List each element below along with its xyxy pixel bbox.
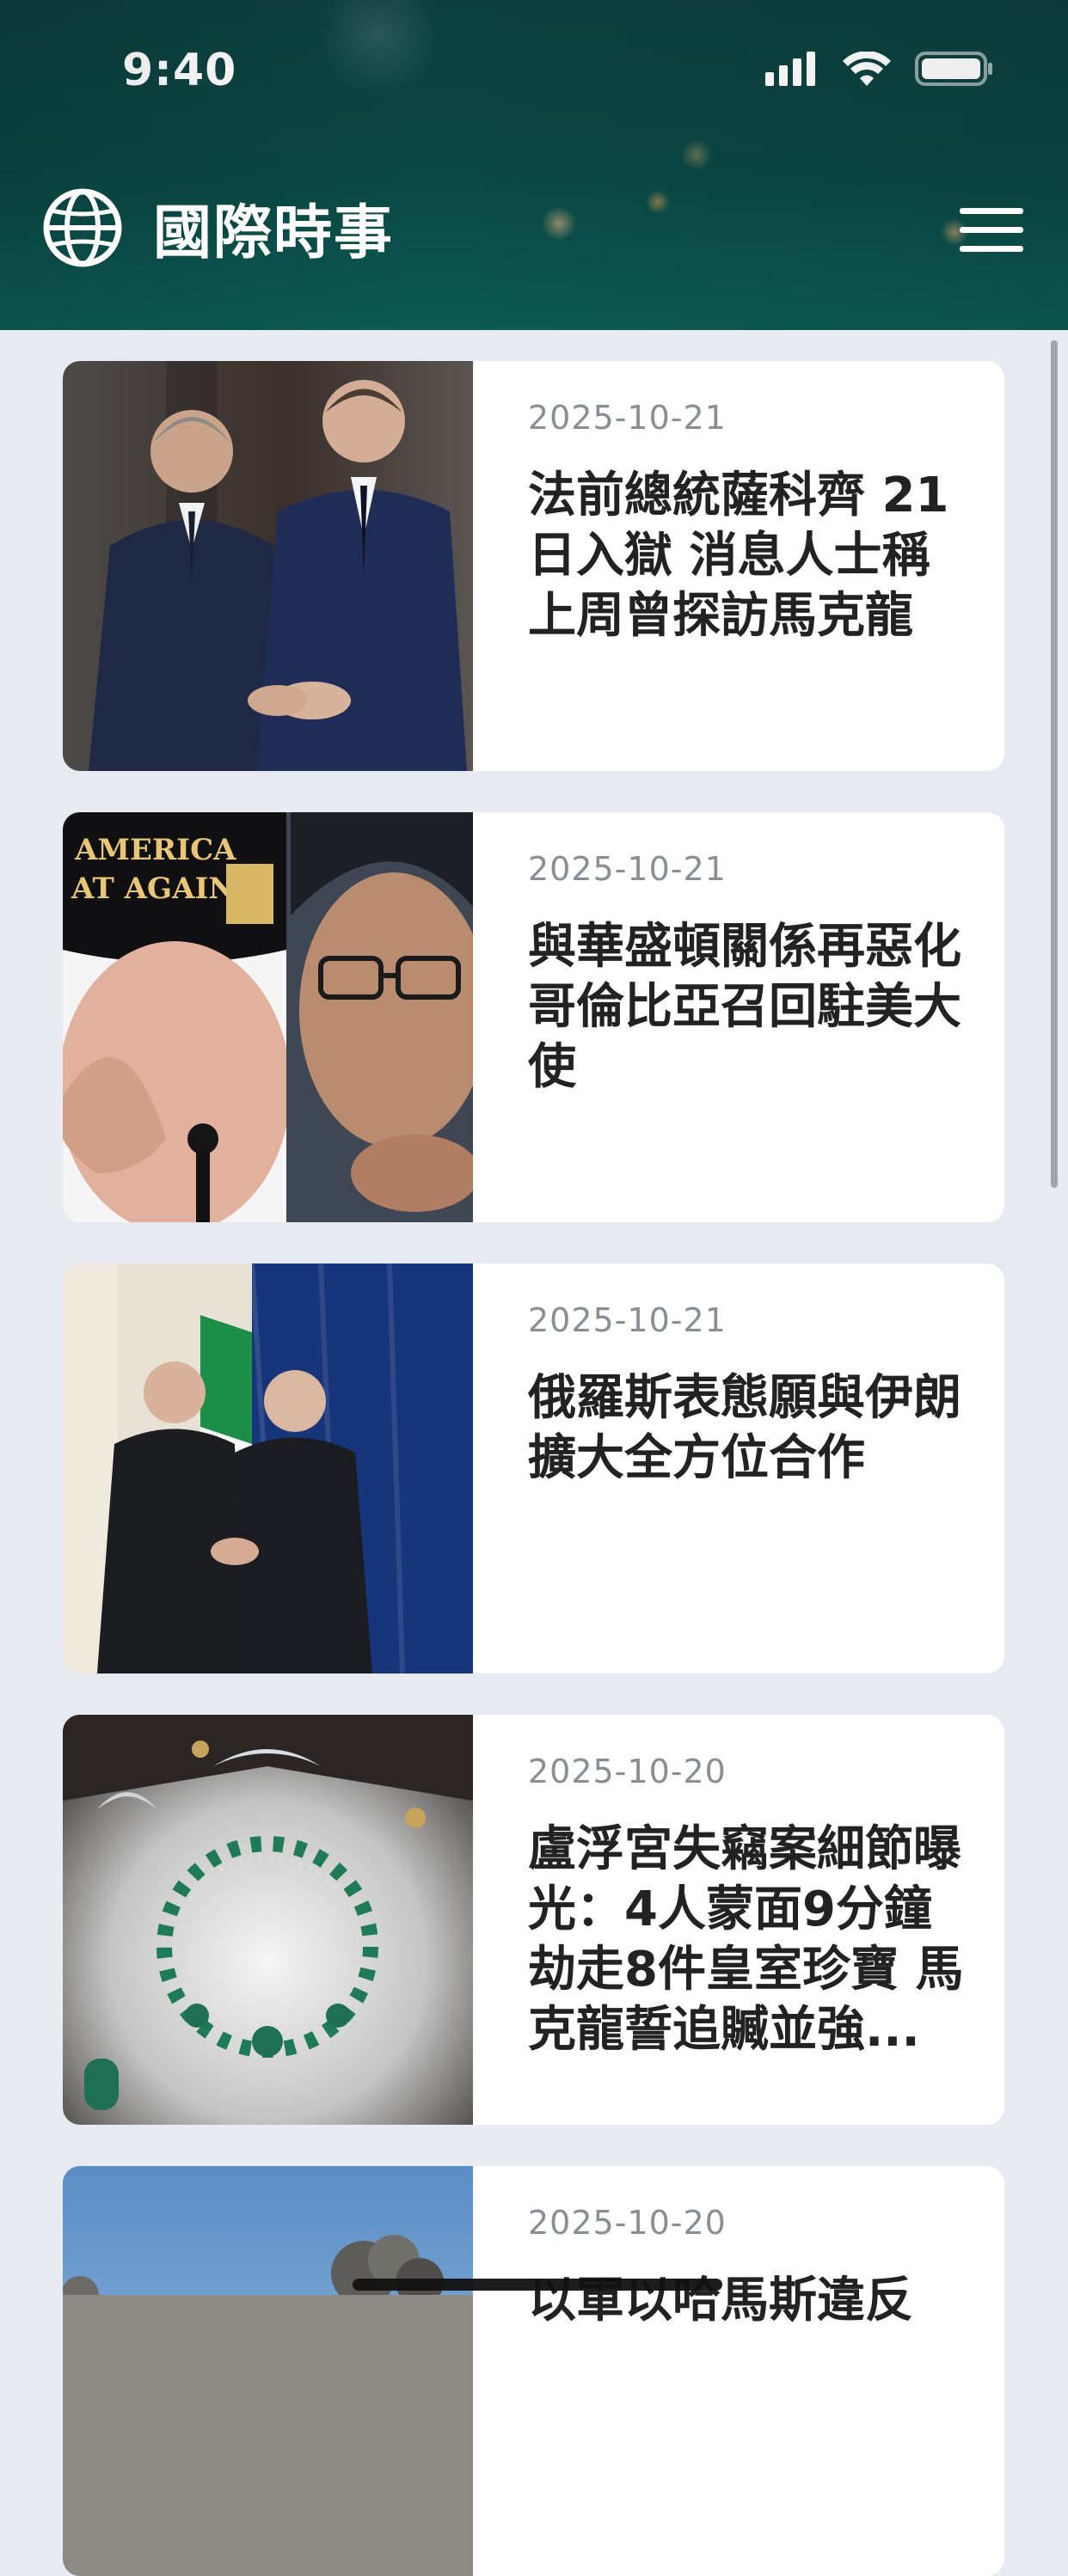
cellular-signal-icon — [765, 52, 815, 86]
wifi-icon — [843, 52, 891, 86]
app-header: 9:40 國際時事 — [0, 0, 1068, 330]
app-title: 國際時事 — [153, 199, 395, 267]
app-title-row: 國際時事 — [41, 185, 394, 270]
news-card-text: 2025-10-21 法前總統薩科齊 21日入獄 消息人士稱上周曾探訪馬克龍 — [528, 399, 973, 646]
news-date: 2025-10-21 — [528, 850, 727, 888]
news-thumbnail — [63, 2166, 473, 2576]
hat-text-1: AMERICA — [74, 833, 236, 867]
globe-icon — [43, 188, 122, 266]
hamburger-menu-icon-line-3 — [960, 246, 1023, 252]
news-card[interactable]: 2025-10-21 俄羅斯表態願與伊朗擴大全方位合作 — [63, 1264, 1004, 1673]
news-title: 與華盛頓關係再惡化 哥倫比亞召回駐美大使 — [528, 919, 961, 1095]
news-card-text: 2025-10-20 以軍以哈馬斯違反 — [528, 2204, 973, 2331]
status-icons — [765, 52, 994, 86]
news-card-text: 2025-10-20 盧浮宮失竊案細節曝光：4人蒙面9分鐘劫走8件皇室珍寶 馬克… — [528, 1753, 973, 2060]
news-title: 俄羅斯表態願與伊朗擴大全方位合作 — [528, 1370, 961, 1486]
news-card[interactable]: 2025-10-20 以軍以哈馬斯違反 — [63, 2166, 1004, 2576]
scrollbar[interactable] — [1051, 340, 1058, 1188]
news-thumbnail — [63, 361, 473, 771]
news-card-text: 2025-10-21 與華盛頓關係再惡化 哥倫比亞召回駐美大使 — [528, 850, 973, 1098]
status-bar: 9:40 — [0, 0, 1068, 129]
hamburger-menu-icon-line-2 — [960, 227, 1023, 233]
status-time: 9:40 — [122, 45, 237, 96]
hat-text-2: AT AGAIN — [71, 872, 235, 906]
battery-icon — [915, 52, 992, 86]
news-card-text: 2025-10-21 俄羅斯表態願與伊朗擴大全方位合作 — [528, 1301, 973, 1489]
news-thumbnail: AMERICA AT AGAIN — [63, 812, 473, 1222]
home-indicator[interactable] — [353, 2279, 722, 2291]
news-date: 2025-10-20 — [528, 1753, 727, 1790]
news-date: 2025-10-21 — [528, 399, 727, 437]
news-date: 2025-10-21 — [528, 1301, 727, 1339]
news-card[interactable]: AMERICA AT AGAIN 2025-10-21 與華盛頓關係再惡化 哥倫… — [63, 812, 1004, 1222]
news-card[interactable]: 2025-10-21 法前總統薩科齊 21日入獄 消息人士稱上周曾探訪馬克龍 — [63, 361, 1004, 771]
news-card[interactable]: 2025-10-20 盧浮宮失竊案細節曝光：4人蒙面9分鐘劫走8件皇室珍寶 馬克… — [63, 1715, 1004, 2125]
news-title: 盧浮宮失竊案細節曝光：4人蒙面9分鐘劫走8件皇室珍寶 馬克龍誓追贓並強... — [528, 1821, 964, 2058]
news-date: 2025-10-20 — [528, 2204, 727, 2242]
news-thumbnail — [63, 1715, 473, 2125]
menu-button[interactable] — [960, 208, 1023, 253]
news-title: 法前總統薩科齊 21日入獄 消息人士稱上周曾探訪馬克龍 — [528, 468, 949, 644]
hamburger-menu-icon — [960, 208, 1023, 214]
news-thumbnail — [63, 1264, 473, 1673]
